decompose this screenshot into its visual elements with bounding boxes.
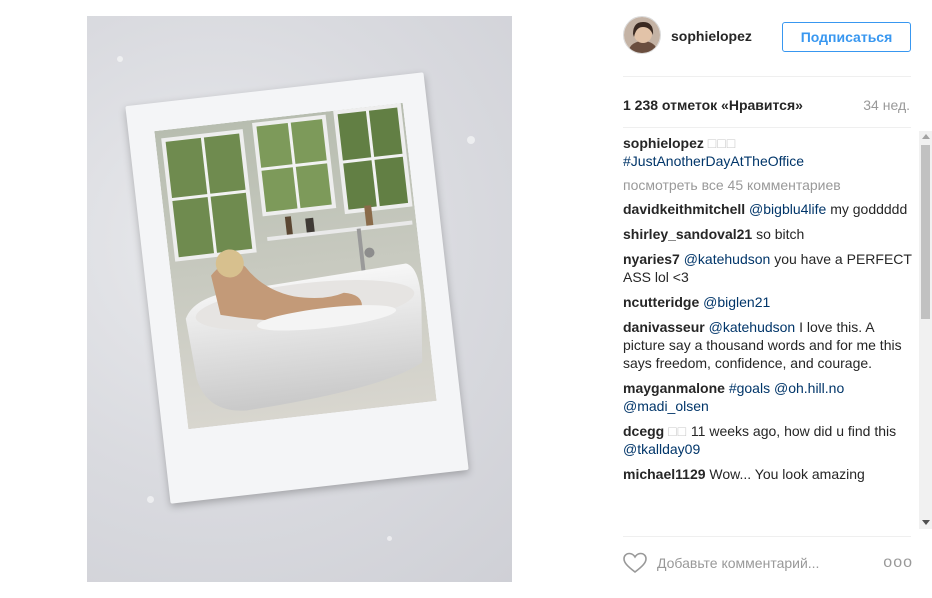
comment-username[interactable]: mayganmalone (623, 380, 725, 396)
comment-username[interactable]: ncutteridge (623, 294, 699, 310)
comment-composer: ooo (623, 550, 913, 578)
comment: danivasseur @katehudson I love this. A p… (623, 318, 913, 372)
background-texture (467, 136, 475, 144)
comment-username[interactable]: shirley_sandoval21 (623, 226, 752, 242)
comment-mention-link[interactable]: @tkallday09 (623, 441, 700, 457)
divider (623, 536, 911, 537)
view-all-comments-link[interactable]: посмотреть все 45 комментариев (623, 177, 913, 193)
comment-username[interactable]: dcegg (623, 423, 664, 439)
post-details-panel: sophielopez Подписаться 1 238 отметок «Н… (600, 0, 932, 598)
comment-username[interactable]: sophielopez (623, 135, 704, 151)
comment-text: 11 weeks ago, how did u find this (687, 423, 897, 439)
comment-text: my goddddd (826, 201, 908, 217)
likes-count[interactable]: 1 238 отметок «Нравится» (623, 97, 803, 113)
bathtub-photo (154, 102, 437, 430)
scroll-down-arrow-icon[interactable] (922, 520, 930, 525)
comment-mention-link[interactable]: @katehudson (709, 319, 796, 335)
comment-text: Wow... You look amazing (709, 466, 865, 482)
scroll-thumb[interactable] (921, 145, 930, 319)
scroll-up-arrow-icon[interactable] (922, 134, 930, 139)
comment-username[interactable]: michael1129 (623, 466, 706, 482)
more-options-icon[interactable]: ooo (883, 555, 913, 571)
comment: nyaries7 @katehudson you have a PERFECT … (623, 250, 913, 286)
post-age[interactable]: 34 нед. (863, 97, 910, 113)
comment: davidkeithmitchell @bigblu4life my goddd… (623, 200, 913, 218)
comment-username[interactable]: danivasseur (623, 319, 705, 335)
comment-mention-link[interactable]: @katehudson (684, 251, 771, 267)
comment-mention-link[interactable]: #JustAnotherDayAtTheOffice (623, 153, 804, 169)
comment: sophielopez □□□ #JustAnotherDayAtTheOffic… (623, 134, 913, 170)
avatar[interactable] (623, 16, 661, 54)
comment-mention-link[interactable]: #goals (729, 380, 770, 396)
background-texture (387, 536, 392, 541)
post-header: sophielopez Подписаться (623, 16, 911, 58)
comment: michael1129 Wow... You look amazing (623, 465, 913, 483)
comment: dcegg □□ 11 weeks ago, how did u find th… (623, 422, 913, 458)
follow-button[interactable]: Подписаться (782, 22, 911, 52)
emoji-placeholder: □□ (668, 423, 688, 439)
comments-list: sophielopez □□□ #JustAnotherDayAtTheOffic… (623, 134, 913, 530)
comment-username[interactable]: nyaries7 (623, 251, 680, 267)
comment-text: so bitch (756, 226, 805, 242)
add-comment-input[interactable] (657, 553, 867, 573)
comment: shirley_sandoval21 so bitch (623, 225, 913, 243)
background-texture (117, 56, 123, 62)
post-image[interactable] (87, 16, 512, 582)
comment-mention-link[interactable]: @madi_olsen (623, 398, 709, 414)
heart-outline-icon[interactable] (623, 552, 647, 574)
divider (623, 76, 911, 77)
polaroid-photo (125, 72, 469, 504)
comments-scrollbar[interactable] (919, 131, 932, 529)
comment: ncutteridge @biglen21 (623, 293, 913, 311)
comment: mayganmalone #goals @oh.hill.no @madi_ol… (623, 379, 913, 415)
divider (623, 127, 911, 128)
comment-mention-link[interactable]: @oh.hill.no (774, 380, 844, 396)
comment-username[interactable]: davidkeithmitchell (623, 201, 745, 217)
comment-mention-link[interactable]: @biglen21 (703, 294, 770, 310)
emoji-placeholder: □□□ (707, 135, 737, 151)
background-texture (147, 496, 154, 503)
comment-mention-link[interactable]: @bigblu4life (749, 201, 826, 217)
username-link[interactable]: sophielopez (671, 28, 752, 44)
